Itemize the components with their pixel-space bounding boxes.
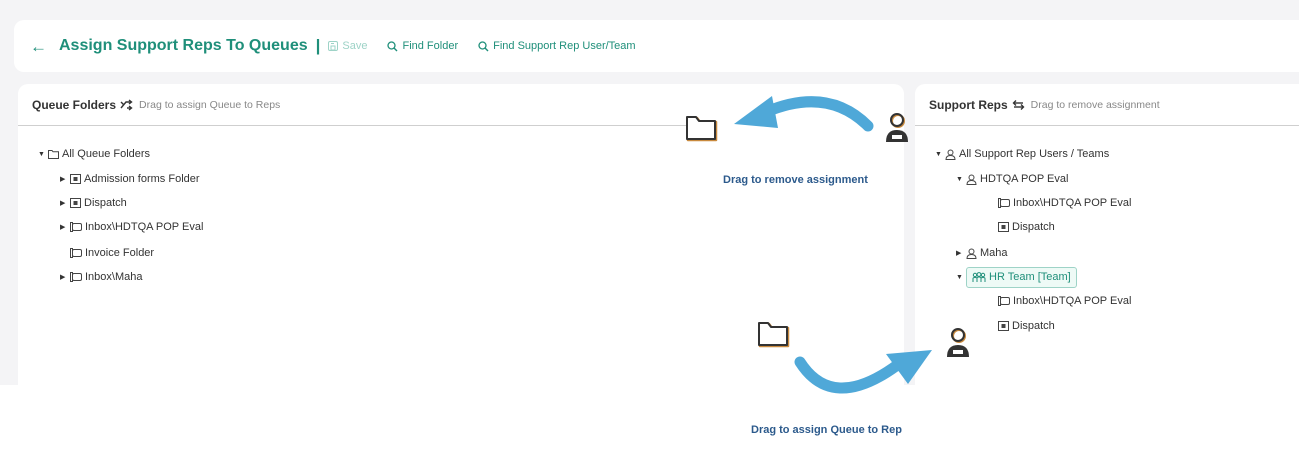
inbox-folder-icon [998, 198, 1010, 208]
support-reps-header: Support Reps Drag to remove assignment [915, 84, 1299, 126]
tree-label: All Queue Folders [62, 148, 151, 160]
user-icon [966, 174, 977, 185]
form-folder-icon [998, 222, 1009, 232]
user-drag-icon [883, 111, 911, 145]
user-icon [966, 248, 977, 259]
page-title: Assign Support Reps To Queues [59, 37, 308, 54]
support-reps-hint: Drag to remove assignment [1030, 98, 1160, 111]
queue-folders-header: Queue Folders Drag to assign Queue to Re… [18, 84, 714, 126]
search-icon [478, 40, 489, 51]
tree-label: Dispatch [84, 197, 127, 209]
tree-node[interactable]: Dispatch [998, 219, 1055, 235]
expand-right-icon[interactable]: ▶ [956, 249, 966, 257]
curved-arrow-right-icon [792, 340, 938, 402]
assign-annotation-label: Drag to assign Queue to Rep [751, 424, 902, 436]
user-drop-icon [944, 326, 972, 360]
tree-node[interactable]: Invoice Folder [70, 245, 154, 261]
tree-node[interactable]: Inbox\HDTQA POP Eval [998, 195, 1131, 211]
form-folder-icon [998, 321, 1009, 331]
drag-swap-icon [1012, 99, 1025, 111]
expand-down-icon[interactable]: ▼ [956, 274, 966, 281]
tree-node[interactable]: ▶ Maha [956, 245, 1008, 261]
find-folder-label: Find Folder [402, 40, 459, 52]
form-folder-icon [70, 198, 81, 208]
team-icon [972, 271, 986, 283]
tree-node-root[interactable]: ▼ All Support Rep Users / Teams [935, 146, 1109, 162]
folder-icon [48, 149, 59, 159]
back-arrow-icon[interactable]: ← [30, 38, 47, 55]
curved-arrow-left-icon [728, 84, 874, 136]
tree-label: Dispatch [1012, 221, 1055, 233]
drag-swap-icon [120, 98, 133, 111]
save-icon [328, 41, 339, 51]
find-support-rep-label: Find Support Rep User/Team [493, 40, 636, 52]
inbox-folder-icon [70, 248, 82, 258]
tree-label: Maha [980, 247, 1008, 259]
expand-right-icon[interactable]: ▶ [60, 223, 70, 231]
tree-node[interactable]: Inbox\HDTQA POP Eval [998, 293, 1131, 309]
tree-node[interactable]: ▶ Inbox\HDTQA POP Eval [60, 219, 203, 235]
tree-label: HR Team [Team] [989, 271, 1071, 283]
search-icon [387, 40, 398, 51]
expand-down-icon[interactable]: ▼ [956, 176, 966, 183]
expand-down-icon[interactable]: ▼ [38, 151, 48, 158]
expand-down-icon[interactable]: ▼ [935, 151, 945, 158]
tree-node[interactable]: ▼ HDTQA POP Eval [956, 171, 1068, 187]
tree-label: Inbox\HDTQA POP Eval [1013, 295, 1132, 307]
support-reps-title: Support Reps [929, 97, 1008, 112]
folder-drag-icon [756, 318, 790, 348]
tree-node[interactable]: Dispatch [998, 318, 1055, 334]
find-folder-button[interactable]: Find Folder [387, 40, 458, 52]
tree-node[interactable]: ▶ Admission forms Folder [60, 171, 200, 187]
tree-label: HDTQA POP Eval [980, 173, 1069, 185]
support-reps-panel: Support Reps Drag to remove assignment [915, 84, 1299, 385]
queue-folders-title: Queue Folders [32, 97, 117, 112]
expand-right-icon[interactable]: ▶ [60, 273, 70, 281]
tree-label: Inbox\HDTQA POP Eval [1013, 197, 1132, 209]
tree-node-root[interactable]: ▼ All Queue Folders [38, 146, 150, 162]
tree-node[interactable]: ▶ Inbox\Maha [60, 269, 142, 285]
tree-label: Inbox\Maha [85, 271, 143, 283]
tree-label: Dispatch [1012, 320, 1055, 332]
tree-node-team[interactable]: ▼ HR Team [Team] [956, 264, 1077, 290]
save-button[interactable]: Save [328, 40, 367, 52]
tree-label: Admission forms Folder [84, 173, 200, 185]
save-label: Save [342, 40, 368, 52]
page-header: ← Assign Support Reps To Queues | Save F… [14, 20, 1299, 72]
queue-folders-hint: Drag to assign Queue to Reps [139, 98, 281, 111]
remove-annotation-label: Drag to remove assignment [723, 174, 868, 186]
inbox-folder-icon [70, 222, 82, 232]
folder-drop-icon [684, 112, 718, 142]
find-support-rep-button[interactable]: Find Support Rep User/Team [478, 40, 636, 52]
inbox-folder-icon [70, 272, 82, 282]
inbox-folder-icon [998, 296, 1010, 306]
expand-right-icon[interactable]: ▶ [60, 199, 70, 207]
user-icon [945, 149, 956, 160]
tree-label: All Support Rep Users / Teams [959, 148, 1110, 160]
title-separator: | [315, 36, 321, 55]
form-folder-icon [70, 174, 81, 184]
tree-label: Invoice Folder [85, 247, 155, 259]
team-chip[interactable]: HR Team [Team] [966, 266, 1077, 288]
expand-right-icon[interactable]: ▶ [60, 175, 70, 183]
tree-label: Inbox\HDTQA POP Eval [85, 221, 204, 233]
tree-node[interactable]: ▶ Dispatch [60, 195, 127, 211]
